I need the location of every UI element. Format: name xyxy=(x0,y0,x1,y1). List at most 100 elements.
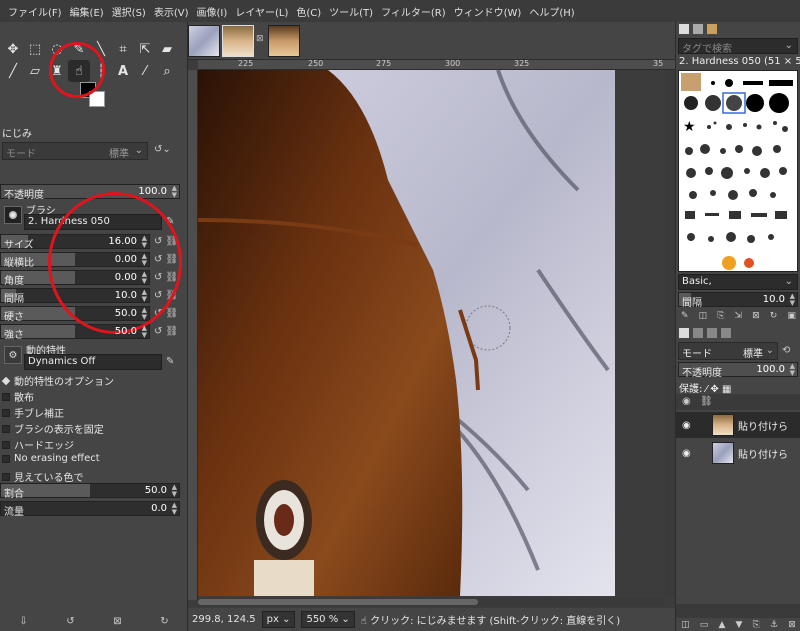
vertical-scrollbar[interactable] xyxy=(665,70,675,596)
fg-bg-colors[interactable] xyxy=(80,82,108,110)
spin-icon[interactable]: ▲ ▼ xyxy=(790,363,795,377)
menu-colors[interactable]: 色(C) xyxy=(292,4,325,19)
menu-windows[interactable]: ウィンドウ(W) xyxy=(450,4,526,19)
brushes-tab-icon[interactable] xyxy=(679,24,689,34)
menu-filters[interactable]: フィルター(R) xyxy=(377,4,450,19)
text-icon[interactable]: A xyxy=(112,60,134,82)
layer-mode-reset-icon[interactable]: ⟲ xyxy=(782,345,790,356)
horizontal-scrollbar[interactable] xyxy=(198,598,665,606)
bucket-fill-icon[interactable]: ▰ xyxy=(156,38,178,60)
open-as-image-icon[interactable]: ▣ xyxy=(787,311,796,321)
spin-icon[interactable]: ▲ ▼ xyxy=(142,307,147,321)
delete-layer-icon[interactable]: ⊠ xyxy=(788,620,796,630)
layer-row[interactable]: ◉ 貼り付けら xyxy=(676,412,800,438)
anchor-layer-icon[interactable]: ⚓ xyxy=(770,620,778,630)
reset-spacing-icon[interactable]: ↺ ⛓ xyxy=(154,290,178,301)
new-brush-icon[interactable]: ◫ xyxy=(699,311,708,321)
menu-select[interactable]: 選択(S) xyxy=(108,4,150,19)
reset-mode-icon[interactable]: ↺⌄ xyxy=(154,144,171,155)
fonts-tab-icon[interactable] xyxy=(707,24,717,34)
image-tab-1[interactable] xyxy=(188,25,220,57)
checkbox-sample-merged[interactable]: 見えている色で xyxy=(2,469,84,484)
brush-tag-search[interactable]: タグで検索 ⌄ xyxy=(678,38,798,55)
edit-brush-icon[interactable]: ✎ xyxy=(166,216,174,227)
edit-brush-icon[interactable]: ✎ xyxy=(681,311,689,321)
paths-tab-icon[interactable] xyxy=(707,328,717,338)
scroll-thumb[interactable] xyxy=(198,599,478,605)
reset-force-icon[interactable]: ↺ ⛓ xyxy=(154,326,178,337)
layer-opacity-slider[interactable]: 不透明度 100.0 ▲ ▼ xyxy=(678,362,798,379)
reset-angle-icon[interactable]: ↺ ⛓ xyxy=(154,272,178,283)
menu-image[interactable]: 画像(I) xyxy=(193,4,232,19)
flow-slider[interactable]: 流量 0.0 ▲ ▼ xyxy=(0,501,180,518)
menu-view[interactable]: 表示(V) xyxy=(150,4,193,19)
force-slider[interactable]: 強さ 50.0 ▲ ▼ xyxy=(0,324,150,341)
reset-hardness-icon[interactable]: ↺ ⛓ xyxy=(154,308,178,319)
dodge-icon[interactable]: ┆ xyxy=(90,60,112,82)
rect-select-icon[interactable]: ⬚ xyxy=(24,38,46,60)
menu-help[interactable]: ヘルプ(H) xyxy=(525,4,578,19)
move-icon[interactable]: ✥ xyxy=(2,38,24,60)
spin-icon[interactable]: ▲ ▼ xyxy=(172,185,177,199)
spin-icon[interactable]: ▲ ▼ xyxy=(790,293,795,307)
checkbox-lock-brush[interactable]: ブラシの表示を固定 xyxy=(2,421,104,436)
menu-file[interactable]: ファイル(F) xyxy=(4,4,66,19)
layer-row[interactable]: ◉ 貼り付けら xyxy=(676,440,800,466)
spin-icon[interactable]: ▲ ▼ xyxy=(172,484,177,498)
spin-icon[interactable]: ▲ ▼ xyxy=(142,289,147,303)
zoom-select[interactable]: 550 % ⌄ xyxy=(301,611,355,628)
zoom-icon[interactable]: ⌕ xyxy=(156,60,178,82)
patterns-tab-icon[interactable] xyxy=(693,24,703,34)
spin-icon[interactable]: ▲ ▼ xyxy=(172,502,177,516)
eraser-icon[interactable]: ▱ xyxy=(24,60,46,82)
restore-options-icon[interactable]: ↺ xyxy=(66,616,74,627)
dynamics-options-expander[interactable]: 動的特性のオプション xyxy=(1,373,114,388)
lower-layer-icon[interactable]: ▼ xyxy=(736,620,743,630)
undo-history-tab-icon[interactable] xyxy=(721,328,731,338)
duplicate-brush-icon[interactable]: ⎘ xyxy=(717,311,724,321)
aspect-slider[interactable]: 縦横比 0.00 ▲ ▼ xyxy=(0,252,150,269)
eye-icon[interactable]: ◉ xyxy=(682,448,694,459)
path-icon[interactable]: ╲ xyxy=(90,38,112,60)
menu-layer[interactable]: レイヤー(L) xyxy=(231,4,292,19)
checkbox-hard-edge[interactable]: ハードエッジ xyxy=(2,437,74,452)
spin-icon[interactable]: ▲ ▼ xyxy=(142,253,147,267)
smudge-icon[interactable]: ☝ xyxy=(68,60,90,82)
image-canvas[interactable] xyxy=(198,70,615,596)
size-slider[interactable]: サイズ 16.00 ▲ ▼ xyxy=(0,234,150,251)
fuzzy-select-icon[interactable]: ✎ xyxy=(68,38,90,60)
unit-select[interactable]: px ⌄ xyxy=(261,611,296,628)
raise-layer-icon[interactable]: ▲ xyxy=(718,620,725,630)
copy-location-icon[interactable]: ⇲ xyxy=(735,311,743,321)
background-color[interactable] xyxy=(89,91,105,107)
spacing-slider[interactable]: 間隔 10.0 ▲ ▼ xyxy=(0,288,150,305)
dynamics-select[interactable]: Dynamics Off xyxy=(24,354,162,370)
reset-size-icon[interactable]: ↺ ⛓ xyxy=(154,236,178,247)
layers-scrollbar[interactable] xyxy=(676,604,800,618)
edit-dynamics-icon[interactable]: ✎ xyxy=(166,356,174,367)
brush-spacing-slider[interactable]: 間隔 10.0 ▲ ▼ xyxy=(678,292,798,309)
spin-icon[interactable]: ▲ ▼ xyxy=(142,271,147,285)
image-tab-3[interactable] xyxy=(268,25,300,57)
save-options-icon[interactable]: ⇩ xyxy=(19,616,27,627)
angle-slider[interactable]: 角度 0.00 ▲ ▼ xyxy=(0,270,150,287)
layers-tab-icon[interactable] xyxy=(679,328,689,338)
rate-slider[interactable]: 割合 50.0 ▲ ▼ xyxy=(0,483,180,500)
crop-icon[interactable]: ⌗ xyxy=(112,38,134,60)
color-picker-icon[interactable]: ⁄ xyxy=(134,60,156,82)
spin-icon[interactable]: ▲ ▼ xyxy=(142,235,147,249)
refresh-brushes-icon[interactable]: ↻ xyxy=(770,311,778,321)
layer-mode-select[interactable]: モード 標準 ⌄ xyxy=(678,342,778,360)
delete-options-icon[interactable]: ⊠ xyxy=(113,616,121,627)
brush-grid[interactable]: ★ xyxy=(678,70,798,272)
checkbox-no-erasing[interactable]: No erasing effect xyxy=(2,453,100,464)
transform-icon[interactable]: ⇱ xyxy=(134,38,156,60)
brush-preset-select[interactable]: Basic, ⌄ xyxy=(678,274,798,290)
delete-brush-icon[interactable]: ⊠ xyxy=(752,311,760,321)
paintbrush-icon[interactable]: ╱ xyxy=(2,60,24,82)
new-layer-icon[interactable]: ◫ xyxy=(681,620,690,630)
channels-tab-icon[interactable] xyxy=(693,328,703,338)
brush-thumbnail[interactable] xyxy=(4,206,22,224)
menu-tools[interactable]: ツール(T) xyxy=(325,4,377,19)
eye-icon[interactable]: ◉ xyxy=(682,420,694,431)
